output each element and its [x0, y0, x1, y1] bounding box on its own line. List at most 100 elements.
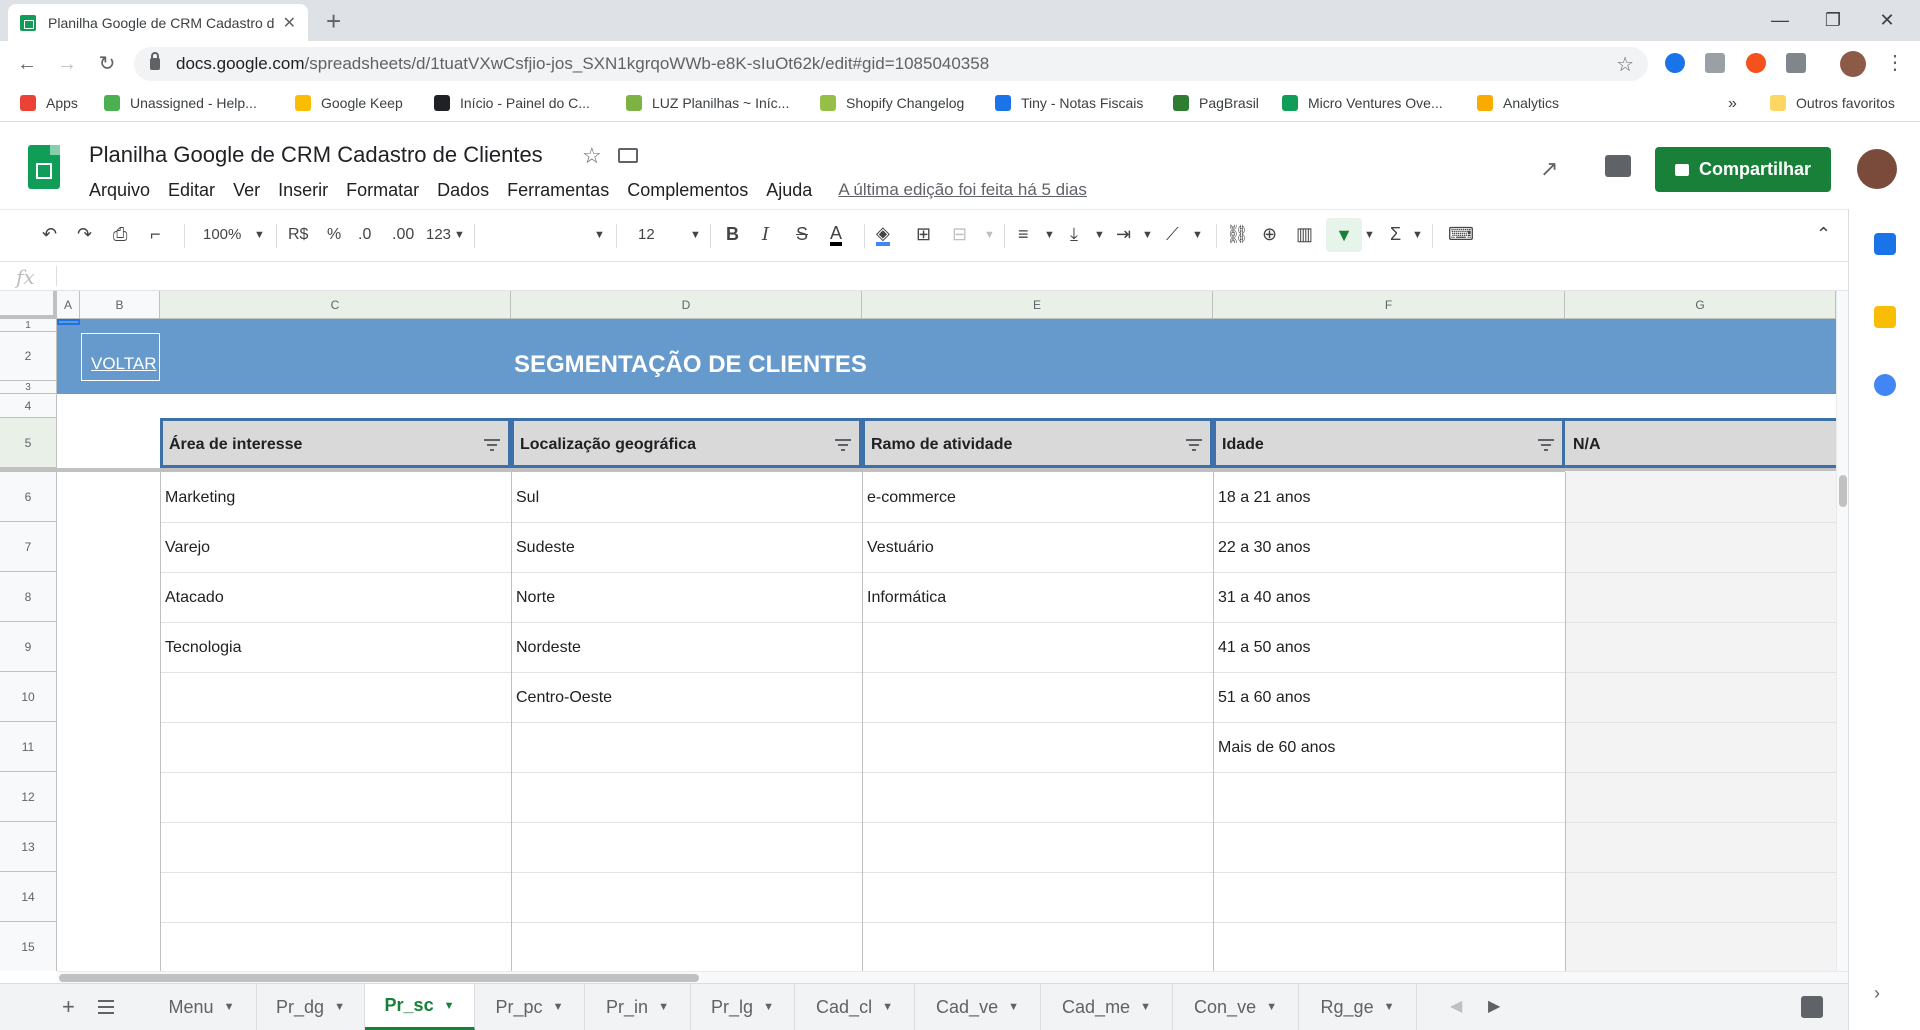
column-header-b[interactable]: B — [80, 291, 160, 319]
vertical-align-icon[interactable]: ⤓ — [1070, 224, 1078, 245]
filter-icon[interactable] — [835, 439, 851, 451]
font-family-caret-icon[interactable]: ▼ — [594, 229, 605, 241]
row-header-7[interactable]: 7 — [0, 522, 57, 572]
row-header-1[interactable]: 1 — [0, 319, 57, 332]
sheet-tab-pr-dg[interactable]: Pr_dg ▼ — [257, 984, 365, 1030]
back-arrow-icon[interactable]: ← — [14, 51, 40, 77]
menu-dados[interactable]: Dados — [437, 180, 489, 201]
more-formats-button[interactable]: 123 — [426, 226, 451, 243]
tasks-icon[interactable] — [1874, 374, 1896, 396]
menu-editar[interactable]: Editar — [168, 180, 215, 201]
explore-icon[interactable] — [1801, 996, 1823, 1018]
insert-comment-icon[interactable]: ⊕ — [1262, 224, 1277, 245]
sheet-tab-pr-in[interactable]: Pr_in ▼ — [585, 984, 691, 1030]
row-header-4[interactable]: 4 — [0, 394, 57, 418]
row-header-15[interactable]: 15 — [0, 922, 57, 971]
row-header-2[interactable]: 2 — [0, 332, 57, 381]
menu-formatar[interactable]: Formatar — [346, 180, 419, 201]
text-rotation-icon[interactable]: ⟋ — [1166, 224, 1179, 245]
column-header-g[interactable]: G — [1565, 291, 1836, 319]
cell-d6[interactable]: Sul — [516, 489, 539, 507]
bookmark-keep[interactable]: Google Keep — [295, 95, 403, 111]
bookmarks-overflow[interactable]: » — [1728, 95, 1737, 113]
comments-icon[interactable] — [1605, 155, 1631, 177]
calendar-icon[interactable] — [1874, 233, 1896, 255]
insert-link-icon[interactable]: ⛓ — [1226, 224, 1249, 245]
horizontal-align-icon[interactable]: ≡ — [1018, 224, 1029, 245]
horizontal-scrollbar[interactable] — [57, 971, 1848, 983]
cell-f11[interactable]: Mais de 60 anos — [1218, 739, 1335, 757]
bookmark-painel[interactable]: Início - Painel do C... — [434, 95, 590, 111]
bookmark-other[interactable]: Outros favoritos — [1770, 95, 1895, 111]
zoom-caret-icon[interactable]: ▼ — [254, 229, 265, 241]
spreadsheet-grid[interactable]: A B C D E F G 1 2 3 4 5 6 7 8 9 10 11 12… — [0, 291, 1836, 971]
menu-ver[interactable]: Ver — [233, 180, 260, 201]
text-wrap-icon[interactable]: ⇥ — [1116, 224, 1131, 245]
text-color-button[interactable]: A — [830, 224, 843, 246]
row-header-5[interactable]: 5 — [0, 418, 57, 468]
percent-button[interactable]: % — [327, 226, 341, 244]
filter-icon[interactable] — [1538, 439, 1554, 451]
row-header-12[interactable]: 12 — [0, 772, 57, 822]
frozen-row-divider[interactable] — [0, 468, 1836, 472]
input-tools-icon[interactable]: ⌨ — [1448, 224, 1474, 245]
cell-c7[interactable]: Varejo — [165, 539, 210, 557]
cell-f9[interactable]: 41 a 50 anos — [1218, 639, 1311, 657]
new-tab-button[interactable]: + — [326, 6, 341, 36]
share-button[interactable]: Compartilhar — [1655, 147, 1831, 192]
vertical-scroll-thumb[interactable] — [1839, 475, 1847, 507]
column-header-f[interactable]: F — [1213, 291, 1565, 319]
sheet-tab-rg-ge[interactable]: Rg_ge ▼ — [1299, 984, 1417, 1030]
back-link[interactable]: VOLTAR — [91, 354, 157, 374]
bookmark-tiny[interactable]: Tiny - Notas Fiscais — [995, 95, 1143, 111]
more-formats-caret-icon[interactable]: ▼ — [454, 229, 465, 241]
increase-decimal-button[interactable]: .00 — [392, 226, 414, 244]
browser-menu-icon[interactable]: ⋮ — [1885, 50, 1905, 75]
cell-d7[interactable]: Sudeste — [516, 539, 575, 557]
merge-caret-icon[interactable]: ▼ — [984, 229, 995, 241]
browser-tab[interactable]: Planilha Google de CRM Cadastro de Clien… — [8, 4, 308, 41]
password-extension-icon[interactable] — [1665, 53, 1685, 73]
bookmark-luz[interactable]: LUZ Planilhas ~ Iníc... — [626, 95, 789, 111]
header-ramo[interactable]: Ramo de atividade — [862, 418, 1213, 468]
cell-f10[interactable]: 51 a 60 anos — [1218, 689, 1311, 707]
sheet-tab-pr-sc[interactable]: Pr_sc ▼ — [365, 984, 475, 1030]
header-localizacao[interactable]: Localização geográfica — [511, 418, 862, 468]
decrease-decimal-button[interactable]: .0 — [358, 226, 371, 244]
row-header-8[interactable]: 8 — [0, 572, 57, 622]
cell-e7[interactable]: Vestuário — [867, 539, 934, 557]
bookmark-star-icon[interactable]: ☆ — [1616, 52, 1634, 77]
cell-d8[interactable]: Norte — [516, 589, 555, 607]
redo-icon[interactable]: ↷ — [77, 224, 92, 245]
select-all-corner[interactable] — [0, 291, 57, 319]
cell-c6[interactable]: Marketing — [165, 489, 235, 507]
zoom-select[interactable]: 100% — [203, 226, 241, 243]
sheet-tab-pr-lg[interactable]: Pr_lg ▼ — [691, 984, 795, 1030]
column-header-e[interactable]: E — [862, 291, 1213, 319]
tab-close-icon[interactable]: ✕ — [283, 13, 296, 33]
move-folder-icon[interactable] — [618, 148, 638, 163]
column-header-d[interactable]: D — [511, 291, 862, 319]
bookmark-analytics[interactable]: Analytics — [1477, 95, 1559, 111]
cell-d9[interactable]: Nordeste — [516, 639, 581, 657]
wrap-caret-icon[interactable]: ▼ — [1142, 229, 1153, 241]
bookmark-shopify[interactable]: Shopify Changelog — [820, 95, 964, 111]
bookmark-unassigned[interactable]: Unassigned - Help... — [104, 95, 257, 111]
restore-button[interactable]: ❐ — [1808, 0, 1858, 41]
copy-extension-icon[interactable] — [1786, 53, 1806, 73]
font-size-select[interactable]: 12 — [638, 226, 655, 243]
undo-icon[interactable]: ↶ — [42, 224, 57, 245]
document-title[interactable]: Planilha Google de CRM Cadastro de Clien… — [89, 142, 543, 168]
header-na[interactable]: N/A — [1565, 418, 1836, 468]
filter-icon[interactable] — [484, 439, 500, 451]
print-icon[interactable]: ⎙ — [113, 224, 127, 245]
scroll-tabs-right-icon[interactable]: ▶ — [1488, 996, 1500, 1016]
bold-button[interactable]: B — [726, 224, 739, 245]
font-size-caret-icon[interactable]: ▼ — [690, 229, 701, 241]
add-sheet-icon[interactable]: + — [62, 994, 75, 1020]
menu-ajuda[interactable]: Ajuda — [766, 180, 812, 201]
italic-button[interactable]: I — [762, 224, 769, 245]
cell-f8[interactable]: 31 a 40 anos — [1218, 589, 1311, 607]
window-close-button[interactable]: ✕ — [1862, 0, 1912, 41]
k-extension-icon[interactable] — [1746, 53, 1766, 73]
